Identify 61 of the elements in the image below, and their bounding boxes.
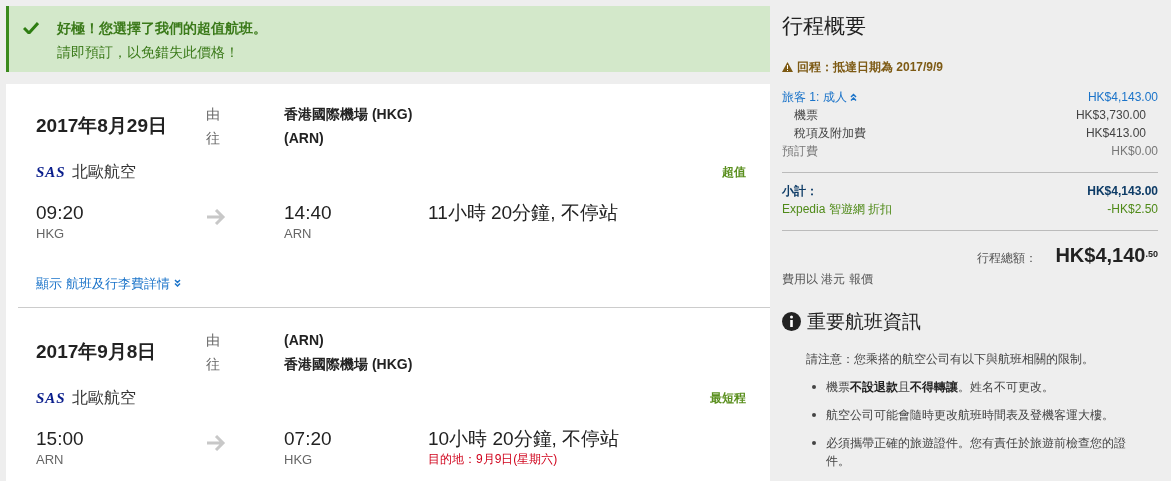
origin-airport: (ARN): [284, 332, 324, 348]
origin-airport: 香港國際機場 (HKG): [284, 106, 413, 122]
destination-airport: 香港國際機場 (HKG): [284, 356, 413, 372]
airline-name: 北歐航空: [71, 388, 136, 408]
total-label: 行程總額：: [977, 249, 1038, 267]
departure-time: 15:00: [36, 428, 85, 450]
info-item: 必須攜帶正確的旅遊證件。您有責任於旅遊前檢查您的證件。: [826, 435, 1127, 470]
airline-logo: SAS: [36, 388, 66, 408]
subtotal-label: 小計：: [782, 182, 818, 200]
details-link[interactable]: 顯示 航班及行李費詳情: [36, 273, 181, 293]
flight-date: 2017年8月29日: [36, 113, 168, 138]
flight-date: 2017年9月8日: [36, 339, 158, 364]
airline-name: 北歐航空: [71, 162, 136, 182]
line-amount: HK$413.00: [1085, 124, 1146, 142]
from-label: 由: [206, 331, 221, 350]
currency-note: 費用以 港元 報價: [782, 270, 874, 288]
line-label: 預訂費: [782, 142, 818, 160]
destination-airport: (ARN): [284, 130, 324, 146]
total-amount: HK$4,140$^{.50}$: [1055, 242, 1158, 268]
line-label: 稅項及附加費: [794, 124, 866, 142]
alert-title: 好極！您選擇了我們的超值航班。: [57, 19, 267, 38]
discount-label: Expedia 智遊網 折扣: [782, 200, 893, 218]
departure-code: HKG: [36, 225, 66, 243]
arrow-icon: [206, 208, 226, 225]
warning-text: 回程：抵達日期為 2017/9/9: [797, 58, 944, 76]
alert-message: 請即預訂，以免錯失此價格！: [57, 43, 240, 62]
line-amount: HK$0.00: [1111, 142, 1158, 160]
departure-time: 09:20: [36, 202, 85, 224]
warning-icon: [782, 61, 793, 72]
arrival-time: 14:40: [284, 202, 333, 224]
subtotal-amount: HK$4,143.00: [1087, 182, 1158, 200]
fare-tag: 超值: [722, 163, 746, 181]
info-icon: [782, 312, 801, 332]
arrival-code: HKG: [284, 451, 314, 469]
traveler-amount: HK$4,143.00: [1087, 88, 1158, 106]
arrow-icon: [206, 434, 226, 451]
to-label: 往: [206, 129, 221, 148]
arrival-code: ARN: [284, 225, 313, 243]
arrival-time: 07:20: [284, 428, 333, 450]
traveler-toggle[interactable]: 旅客 1: 成人: [782, 87, 857, 106]
chevron-icon: [173, 279, 181, 288]
departure-code: ARN: [36, 451, 65, 469]
discount-amount: -HK$2.50: [1107, 200, 1158, 218]
bullet-icon: [812, 441, 816, 445]
info-item: 機票不設退款且不得轉讓。姓名不可更改。: [826, 379, 1054, 396]
line-amount: HK$3,730.00: [1075, 106, 1146, 124]
summary-title: 行程概要: [782, 13, 867, 39]
arrival-note: 目的地：9月9日(星期六): [428, 451, 559, 468]
info-title: 重要航班資訊: [807, 309, 921, 334]
info-item: 航空公司可能會隨時更改航班時間表及登機客運大樓。: [826, 407, 1114, 424]
airline-logo: SAS: [36, 162, 66, 182]
info-intro: 請注意：您乘搭的航空公司有以下與航班相關的限制。: [806, 351, 1095, 368]
to-label: 往: [206, 355, 221, 374]
flight-duration: 10小時 20分鐘, 不停站: [428, 428, 621, 450]
check-icon: [23, 21, 39, 34]
fare-tag: 最短程: [710, 389, 746, 407]
line-label: 機票: [794, 106, 818, 124]
from-label: 由: [206, 105, 221, 124]
bullet-icon: [812, 413, 816, 417]
flight-duration: 11小時 20分鐘, 不停站: [428, 202, 619, 224]
bullet-icon: [812, 385, 816, 389]
